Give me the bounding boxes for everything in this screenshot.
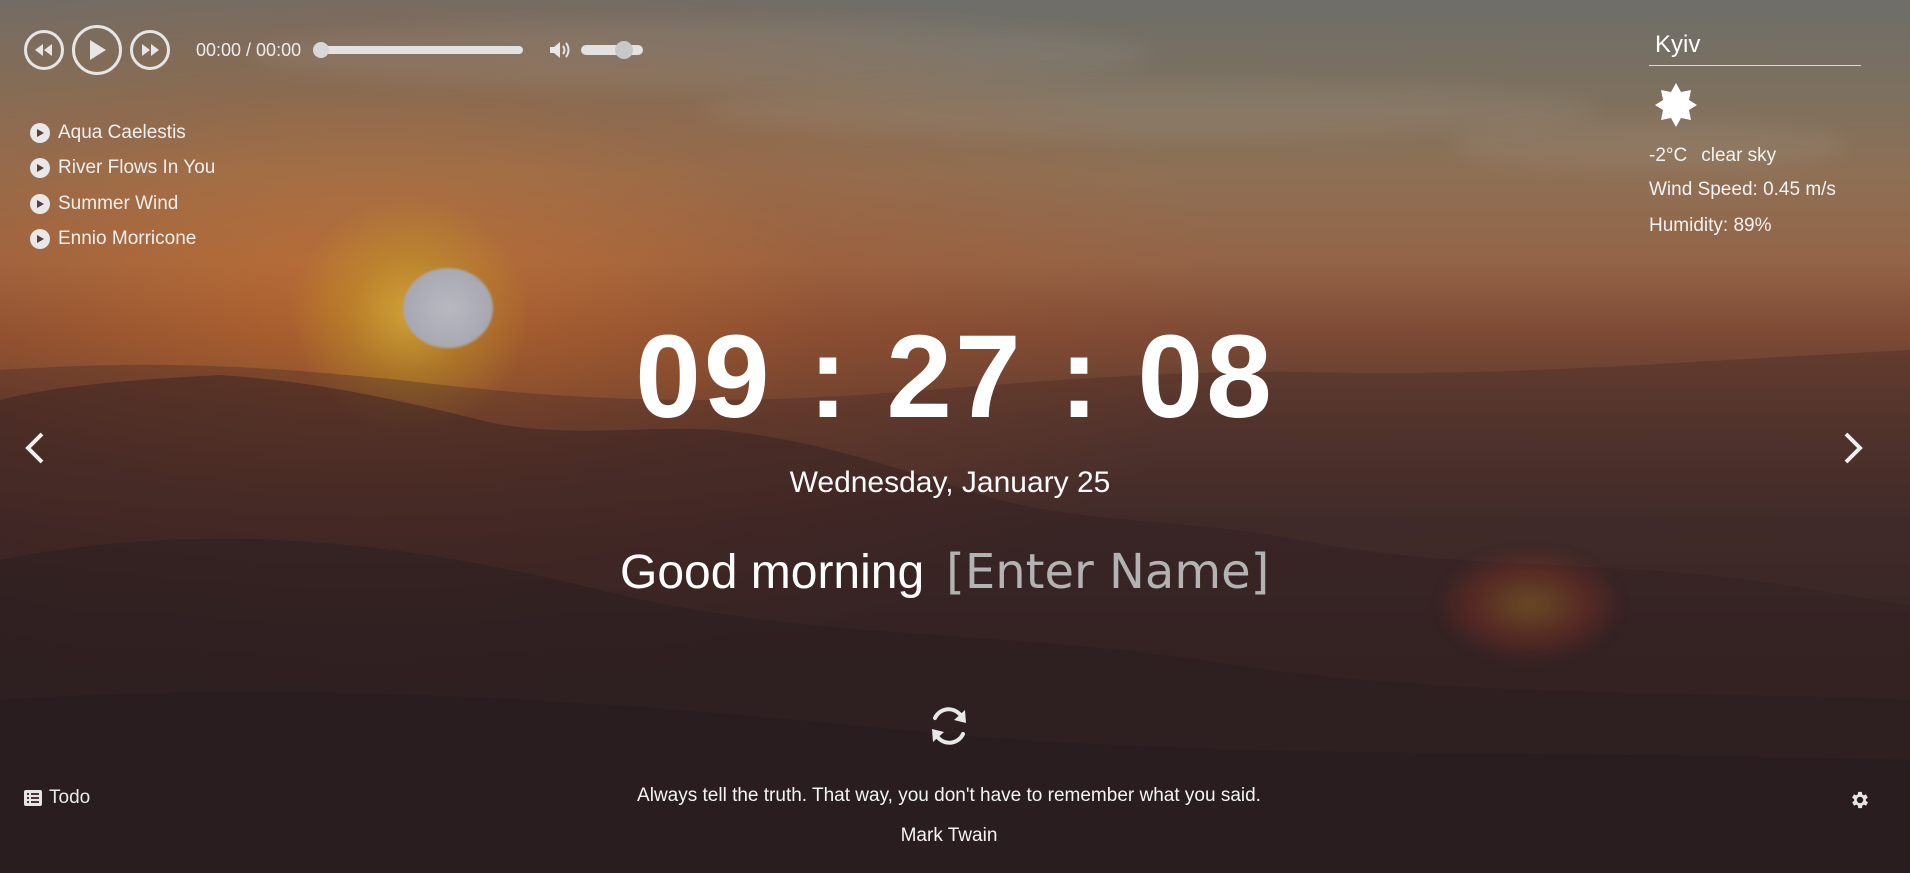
refresh-icon	[933, 707, 965, 745]
temperature: -2°C	[1649, 145, 1688, 166]
lens-flare	[1440, 550, 1620, 660]
play-button[interactable]	[72, 25, 122, 75]
volume-thumb[interactable]	[615, 41, 634, 59]
playlist: Aqua Caelestis River Flows In You Summer…	[30, 115, 215, 257]
track-title: River Flows In You	[58, 157, 216, 179]
playlist-item[interactable]: Summer Wind	[30, 186, 215, 222]
clock-time: 09 : 27 : 08	[635, 311, 1275, 443]
weather-description: clear sky	[1701, 145, 1777, 166]
city-input[interactable]	[1649, 26, 1861, 66]
settings-button[interactable]	[1849, 789, 1871, 811]
weather-widget: -2°C clear sky Wind Speed: 0.45 m/s Humid…	[1649, 26, 1861, 237]
todo-label: Todo	[49, 787, 91, 808]
volume-slider[interactable]	[581, 41, 644, 59]
mute-button[interactable]	[549, 40, 573, 60]
list-icon	[24, 790, 42, 806]
play-item-icon	[30, 229, 50, 250]
name-input[interactable]	[946, 542, 1277, 602]
fast-forward-button[interactable]	[130, 30, 170, 70]
chevron-right-icon	[1844, 432, 1863, 464]
play-item-icon	[30, 158, 50, 179]
track-title: Summer Wind	[58, 192, 179, 214]
clear-sky-sun-icon	[1655, 83, 1697, 127]
greeting: Good morning	[620, 542, 1277, 602]
quote-text: Always tell the truth. That way, you don…	[637, 785, 1261, 806]
humidity: Humidity: 89%	[1649, 215, 1772, 236]
playlist-item[interactable]: Aqua Caelestis	[30, 115, 215, 151]
refresh-quote-button[interactable]	[925, 702, 973, 750]
playlist-item[interactable]: River Flows In You	[30, 151, 215, 187]
playlist-item[interactable]: Ennio Morricone	[30, 222, 215, 258]
play-item-icon	[30, 193, 50, 214]
rewind-button[interactable]	[24, 30, 64, 70]
fast-forward-icon	[142, 44, 159, 56]
play-item-icon	[30, 122, 50, 143]
track-title: Aqua Caelestis	[58, 121, 186, 143]
gear-icon	[1852, 791, 1868, 809]
date-display: Wednesday, January 25	[789, 466, 1111, 499]
volume-icon	[550, 42, 570, 58]
progress-bar[interactable]	[313, 42, 524, 58]
weather-summary: -2°C clear sky	[1649, 145, 1861, 167]
progress-thumb[interactable]	[313, 42, 330, 58]
greeting-text: Good morning	[620, 545, 925, 599]
audio-player: 00:00 / 00:00	[24, 24, 644, 76]
time-display: 00:00 / 00:00	[196, 39, 302, 60]
quote-author: Mark Twain	[900, 825, 998, 846]
todo-button[interactable]: Todo	[24, 787, 90, 809]
wind-speed: Wind Speed: 0.45 m/s	[1649, 179, 1836, 200]
track-title: Ennio Morricone	[58, 228, 197, 250]
rewind-icon	[35, 44, 52, 56]
chevron-left-icon	[25, 432, 44, 464]
play-icon	[90, 40, 106, 60]
